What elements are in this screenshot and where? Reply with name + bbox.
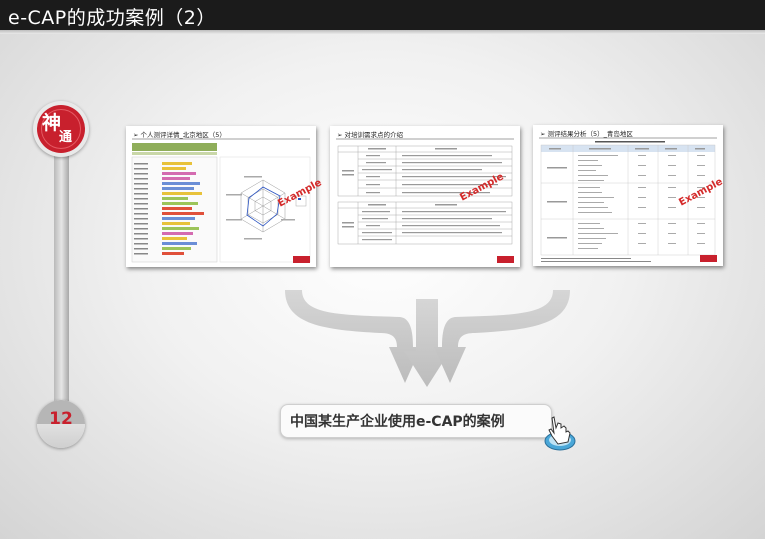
company-logo [700,255,717,262]
thumbnail-results-analysis[interactable]: ➢ 测评结果分析（5）_青岛地区 Example [533,125,725,266]
case-caption-text: 中国某生产企业使用e-CAP的案例 [290,414,505,430]
thumbnail-2-graphic [336,138,514,245]
company-logo [497,256,514,263]
page-title: e-CAP的成功案例（2） [8,7,216,29]
timeline-rail [54,130,69,415]
case-caption[interactable]: 中国某生产企业使用e-CAP的案例 [280,404,552,438]
title-bar: e-CAP的成功案例（2） [0,0,765,30]
thumbnail-individual-assessment[interactable]: ➢ 个人测评详情_北京地区（5） Example [126,126,324,267]
section-badge: 神 通 [33,101,89,157]
company-logo [293,256,310,263]
thumbnail-training-needs[interactable]: ➢ 对培训需求点的介绍 Example [330,126,520,267]
title-bar-shadow [0,30,765,34]
page-number: 12 [49,409,73,429]
converging-arrows [285,290,570,387]
section-badge-char-2: 通 [59,130,73,145]
page-number-badge: 12 [37,400,85,448]
hand-cursor-icon [544,416,576,451]
